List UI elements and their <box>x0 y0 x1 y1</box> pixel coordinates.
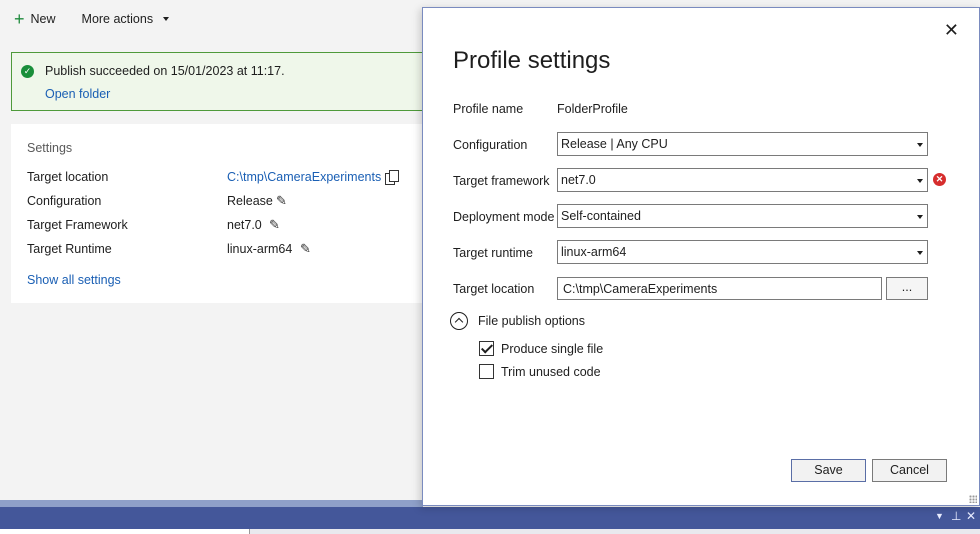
pin-icon[interactable]: ⊥ <box>951 509 961 523</box>
produce-single-file-label[interactable]: Produce single file <box>501 342 603 356</box>
target-runtime-value: linux-arm64 <box>561 245 627 259</box>
trim-unused-code-label[interactable]: Trim unused code <box>501 365 601 379</box>
chevron-down-icon <box>917 215 923 219</box>
profile-name-value: FolderProfile <box>557 102 628 116</box>
new-button-label: New <box>30 12 56 26</box>
cancel-button[interactable]: Cancel <box>872 459 947 482</box>
publish-success-banner: ✓ Publish succeeded on 15/01/2023 at 11:… <box>11 52 441 111</box>
setting-row-target-location: Target location C:\tmp\CameraExperiments <box>27 170 427 188</box>
chevron-down-icon <box>163 17 170 21</box>
target-location-link[interactable]: C:\tmp\CameraExperiments <box>227 170 381 184</box>
dropdown-icon[interactable]: ▼ <box>935 511 944 521</box>
target-framework-label: Target framework <box>453 174 550 188</box>
file-publish-options-label[interactable]: File publish options <box>478 314 585 328</box>
configuration-label: Configuration <box>453 138 528 152</box>
dock-divider <box>0 500 423 507</box>
setting-label: Target Runtime <box>27 242 112 256</box>
profile-name-label: Profile name <box>453 102 524 116</box>
resize-grip[interactable] <box>969 495 977 503</box>
setting-value: net7.0 <box>227 218 262 232</box>
chevron-down-icon <box>917 143 923 147</box>
target-framework-value: net7.0 <box>561 173 596 187</box>
open-folder-link[interactable]: Open folder <box>45 87 110 101</box>
target-location-label: Target location <box>453 282 535 296</box>
setting-row-configuration: Configuration Release ✎ <box>27 193 427 212</box>
pencil-icon[interactable]: ✎ <box>300 241 311 257</box>
setting-label: Configuration <box>27 194 102 208</box>
dialog-title: Profile settings <box>453 47 611 74</box>
show-all-settings-link[interactable]: Show all settings <box>27 273 121 287</box>
settings-panel: Settings Target location C:\tmp\CameraEx… <box>11 124 441 303</box>
target-runtime-select[interactable]: linux-arm64 <box>557 240 928 264</box>
target-runtime-label: Target runtime <box>453 246 533 260</box>
pencil-icon[interactable]: ✎ <box>276 193 287 209</box>
setting-label: Target location <box>27 170 109 184</box>
chevron-down-icon <box>917 251 923 255</box>
produce-single-file-checkbox[interactable] <box>479 341 494 356</box>
deployment-mode-value: Self-contained <box>561 209 641 223</box>
new-button[interactable]: + New <box>14 10 56 28</box>
save-button[interactable]: Save <box>791 459 866 482</box>
collapse-chevron-icon[interactable] <box>450 312 468 330</box>
more-actions-label: More actions <box>81 12 154 26</box>
setting-value: Release <box>227 194 273 208</box>
pencil-icon[interactable]: ✎ <box>269 217 280 233</box>
error-circle-icon: ✕ <box>933 173 946 186</box>
configuration-value: Release | Any CPU <box>561 137 668 151</box>
configuration-select[interactable]: Release | Any CPU <box>557 132 928 156</box>
close-icon[interactable]: ✕ <box>944 20 959 41</box>
setting-value: linux-arm64 <box>227 242 293 256</box>
toolbar: + New More actions <box>0 0 423 38</box>
target-location-input[interactable] <box>557 277 882 300</box>
copy-icon[interactable] <box>385 170 399 185</box>
chevron-down-icon <box>917 179 923 183</box>
target-framework-select[interactable]: net7.0 <box>557 168 928 192</box>
dock-tab[interactable] <box>0 529 250 534</box>
deployment-mode-select[interactable]: Self-contained <box>557 204 928 228</box>
setting-label: Target Framework <box>27 218 128 232</box>
trim-unused-code-checkbox[interactable] <box>479 364 494 379</box>
setting-row-target-runtime: Target Runtime linux-arm64 ✎ <box>27 241 427 260</box>
deployment-mode-label: Deployment mode <box>453 210 555 224</box>
setting-row-target-framework: Target Framework net7.0 ✎ <box>27 217 427 236</box>
check-circle-icon: ✓ <box>21 65 34 78</box>
plus-icon: + <box>14 9 25 29</box>
profile-settings-dialog: ✕ Profile settings Profile name FolderPr… <box>422 7 980 506</box>
more-actions-button[interactable]: More actions <box>82 12 170 26</box>
browse-button[interactable]: ... <box>886 277 928 300</box>
settings-title: Settings <box>27 141 73 155</box>
publish-success-message: Publish succeeded on 15/01/2023 at 11:17… <box>45 64 285 78</box>
dock-title-bar: ▼ ⊥ ✕ <box>0 507 980 529</box>
close-icon[interactable]: ✕ <box>966 509 976 523</box>
